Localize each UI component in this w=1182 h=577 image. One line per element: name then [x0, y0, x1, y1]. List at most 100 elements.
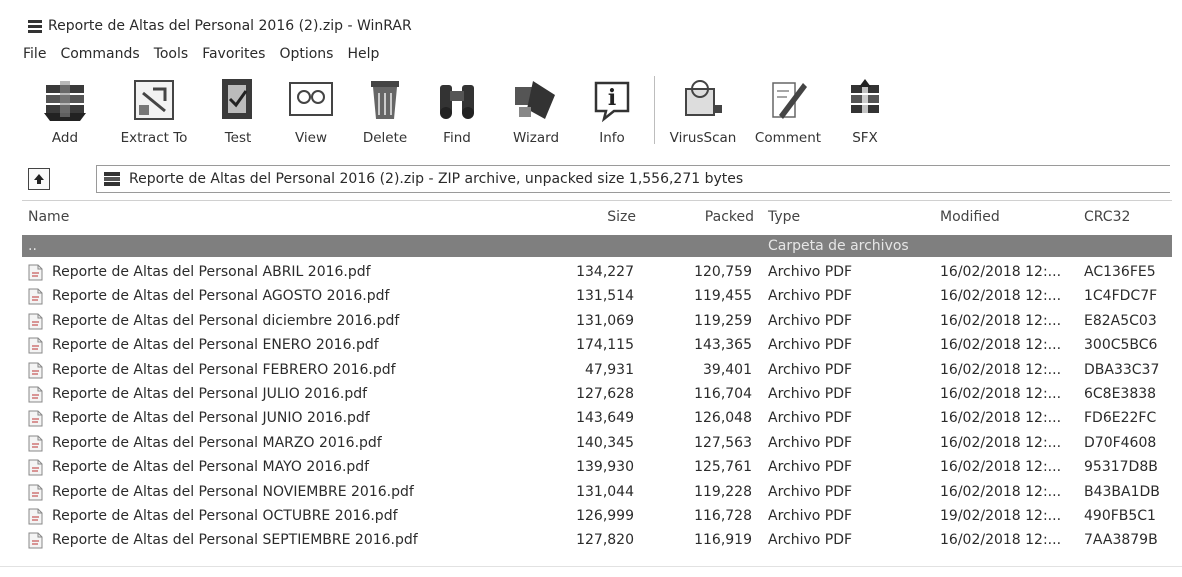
file-modified: 16/02/2018 12:... [940, 410, 1062, 427]
file-crc32: FD6E22FC [1084, 410, 1157, 427]
file-crc32: D70F4608 [1084, 434, 1157, 451]
file-size: 47,931 [585, 361, 634, 378]
file-modified: 16/02/2018 12:... [940, 288, 1062, 305]
file-modified: 16/02/2018 12:... [940, 434, 1062, 451]
file-type: Archivo PDF [768, 410, 853, 427]
sfx-label: SFX [852, 130, 878, 146]
file-crc32: B43BA1DB [1084, 483, 1160, 500]
extract-to-button[interactable]: Extract To [104, 72, 204, 152]
file-size: 127,628 [576, 385, 634, 402]
file-row[interactable]: Reporte de Altas del Personal AGOSTO 201… [22, 284, 1172, 308]
address-bar: Reporte de Altas del Personal 2016 (2).z… [22, 164, 1170, 194]
sfx-button[interactable]: SFX [833, 72, 897, 152]
file-row[interactable]: Reporte de Altas del Personal JUNIO 2016… [22, 406, 1172, 430]
menu-favorites[interactable]: Favorites [201, 44, 266, 68]
file-packed: 120,759 [694, 264, 752, 280]
file-crc32: 490FB5C1 [1084, 507, 1156, 524]
file-name: Reporte de Altas del Personal OCTUBRE 20… [52, 507, 398, 524]
file-type: Archivo PDF [768, 434, 853, 451]
file-row[interactable]: Reporte de Altas del Personal JULIO 2016… [22, 382, 1172, 406]
sfx-icon [837, 72, 893, 126]
parent-folder-row[interactable]: .. Carpeta de archivos [22, 235, 1172, 257]
file-row[interactable]: Reporte de Altas del Personal ENERO 2016… [22, 333, 1172, 357]
pdf-file-icon [28, 410, 43, 427]
file-size: 134,227 [576, 264, 634, 280]
file-crc32: 300C5BC6 [1084, 337, 1158, 354]
file-name: Reporte de Altas del Personal SEPTIEMBRE… [52, 532, 418, 549]
menu-commands[interactable]: Commands [59, 44, 140, 68]
file-row[interactable]: Reporte de Altas del Personal MAYO 2016.… [22, 455, 1172, 479]
file-type: Archivo PDF [768, 361, 853, 378]
file-packed: 119,455 [694, 288, 752, 305]
column-header-crc32[interactable]: CRC32 [1084, 209, 1130, 225]
arrow-up-icon [34, 174, 44, 184]
file-row[interactable]: Reporte de Altas del Personal OCTUBRE 20… [22, 504, 1172, 528]
file-crc32: DBA33C37 [1084, 361, 1160, 378]
file-packed: 143,365 [694, 337, 752, 354]
view-button[interactable]: View [272, 72, 350, 152]
file-size: 140,345 [576, 434, 634, 451]
delete-label: Delete [362, 130, 408, 146]
file-type: Archivo PDF [768, 483, 853, 500]
file-name: Reporte de Altas del Personal MAYO 2016.… [52, 459, 370, 476]
up-folder-button[interactable] [28, 168, 50, 190]
file-row[interactable]: Reporte de Altas del Personal NOVIEMBRE … [22, 480, 1172, 504]
file-size: 131,514 [576, 288, 634, 305]
virusscan-button[interactable]: VirusScan [663, 72, 743, 152]
pdf-file-icon [28, 362, 43, 379]
file-modified: 16/02/2018 12:... [940, 312, 1062, 329]
file-name: Reporte de Altas del Personal diciembre … [52, 312, 400, 329]
file-type: Archivo PDF [768, 264, 853, 280]
pdf-file-icon [28, 459, 43, 476]
comment-button[interactable]: Comment [743, 72, 833, 152]
wizard-button[interactable]: Wizard [494, 72, 578, 152]
info-button[interactable]: i Info [578, 72, 646, 152]
wizard-icon [508, 72, 564, 126]
file-row[interactable]: Reporte de Altas del Personal ABRIL 2016… [22, 260, 1172, 284]
menu-help[interactable]: Help [346, 44, 380, 68]
svg-text:i: i [608, 85, 616, 111]
wizard-label: Wizard [512, 130, 560, 146]
binoculars-icon [429, 72, 485, 126]
file-type: Archivo PDF [768, 312, 853, 329]
column-header-packed[interactable]: Packed [705, 209, 754, 225]
column-header-type[interactable]: Type [768, 209, 800, 225]
window-title: Reporte de Altas del Personal 2016 (2).z… [48, 18, 412, 34]
file-name: Reporte de Altas del Personal JULIO 2016… [52, 385, 368, 402]
add-label: Add [51, 130, 79, 146]
column-header-name[interactable]: Name [28, 209, 69, 225]
find-button[interactable]: Find [420, 72, 494, 152]
info-label: Info [599, 130, 625, 146]
file-name: Reporte de Altas del Personal ENERO 2016… [52, 337, 379, 354]
file-row[interactable]: Reporte de Altas del Personal FEBRERO 20… [22, 358, 1172, 382]
column-header-size[interactable]: Size [607, 209, 636, 225]
info-icon: i [584, 72, 640, 126]
file-row[interactable]: Reporte de Altas del Personal diciembre … [22, 309, 1172, 333]
file-packed: 119,259 [694, 312, 752, 329]
test-icon [210, 72, 266, 126]
pdf-file-icon [28, 264, 43, 281]
file-size: 131,069 [576, 312, 634, 329]
file-row[interactable]: Reporte de Altas del Personal MARZO 2016… [22, 431, 1172, 455]
file-packed: 127,563 [694, 434, 752, 451]
file-packed: 116,728 [694, 507, 752, 524]
file-crc32: 6C8E3838 [1084, 385, 1157, 402]
file-crc32: 7AA3879B [1084, 532, 1158, 549]
add-button[interactable]: Add [26, 72, 104, 152]
test-button[interactable]: Test [204, 72, 272, 152]
menu-tools[interactable]: Tools [153, 44, 190, 68]
view-label: View [294, 130, 328, 146]
pdf-file-icon [28, 337, 43, 354]
menu-file[interactable]: File [22, 44, 47, 68]
delete-button[interactable]: Delete [350, 72, 420, 152]
path-text: Reporte de Altas del Personal 2016 (2).z… [129, 171, 744, 187]
file-name: Reporte de Altas del Personal MARZO 2016… [52, 434, 382, 451]
file-size: 139,930 [576, 459, 634, 476]
file-row[interactable]: Reporte de Altas del Personal SEPTIEMBRE… [22, 528, 1172, 552]
file-size: 174,115 [576, 337, 634, 354]
window-bottom-border [0, 566, 1182, 567]
column-header-modified[interactable]: Modified [940, 209, 1000, 225]
pdf-file-icon [28, 484, 43, 501]
path-display[interactable]: Reporte de Altas del Personal 2016 (2).z… [96, 165, 1170, 193]
menu-options[interactable]: Options [278, 44, 334, 68]
